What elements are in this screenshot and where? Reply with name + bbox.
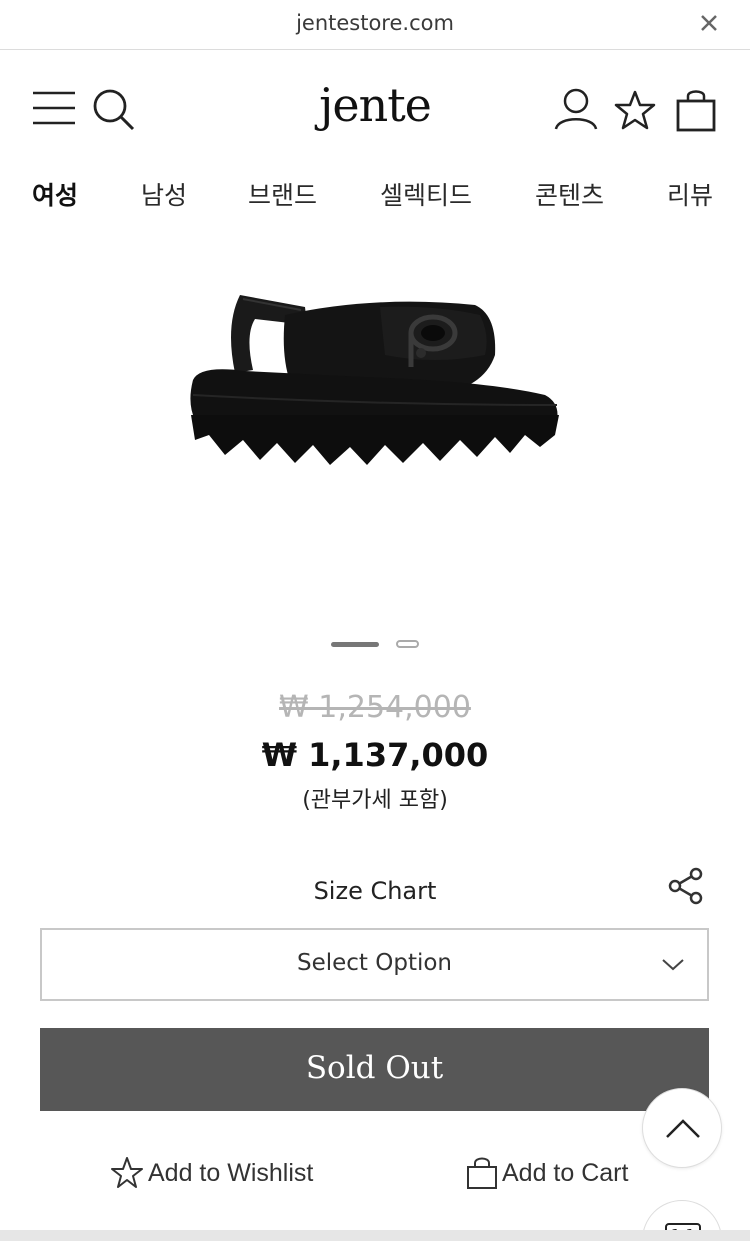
star-outline-icon	[111, 1157, 143, 1188]
close-icon[interactable]	[698, 12, 720, 34]
bottom-bar	[0, 1230, 750, 1241]
sold-out-button[interactable]: Sold Out	[40, 1028, 709, 1111]
chevron-down-icon	[662, 959, 684, 971]
nav-item-men[interactable]: 남성	[141, 176, 187, 212]
size-chart-link[interactable]: Size Chart	[0, 877, 750, 905]
product-image[interactable]	[185, 285, 565, 475]
category-nav: 여성 남성 브랜드 셀렉티드 콘텐츠 리뷰	[0, 170, 750, 220]
nav-item-brand[interactable]: 브랜드	[248, 176, 317, 212]
nav-item-women[interactable]: 여성	[32, 176, 78, 212]
user-icon[interactable]	[554, 88, 598, 130]
carousel-indicator	[0, 640, 750, 650]
original-price: ₩ 1,254,000	[279, 690, 471, 725]
carousel-dot-active[interactable]	[331, 642, 379, 647]
sale-price: ₩ 1,137,000	[261, 736, 489, 774]
option-select[interactable]: Select Option	[40, 928, 709, 1001]
scroll-to-top-button[interactable]	[642, 1088, 722, 1168]
add-to-cart-button[interactable]: Add to Cart	[466, 1153, 628, 1193]
chevron-up-icon	[666, 1119, 700, 1138]
url-text[interactable]: jentestore.com	[0, 11, 750, 35]
option-select-label: Select Option	[296, 950, 453, 976]
add-to-wishlist-button[interactable]: Add to Wishlist	[110, 1153, 313, 1193]
browser-url-bar: jentestore.com	[0, 0, 750, 50]
wishlist-label: Add to Wishlist	[148, 1158, 314, 1187]
shopping-bag-icon	[467, 1157, 497, 1189]
tax-note: (관부가세 포함)	[302, 788, 448, 813]
nav-item-selected[interactable]: 셀렉티드	[380, 176, 472, 212]
sold-out-label: Sold Out	[305, 1050, 444, 1086]
shopping-bag-icon[interactable]	[676, 88, 716, 132]
carousel-dot[interactable]	[396, 640, 419, 648]
cart-label: Add to Cart	[502, 1158, 629, 1187]
star-icon[interactable]	[614, 90, 656, 130]
share-icon[interactable]	[666, 866, 706, 906]
site-header: jente	[0, 50, 750, 170]
nav-item-review[interactable]: 리뷰	[667, 176, 713, 212]
nav-item-contents[interactable]: 콘텐츠	[535, 176, 604, 212]
